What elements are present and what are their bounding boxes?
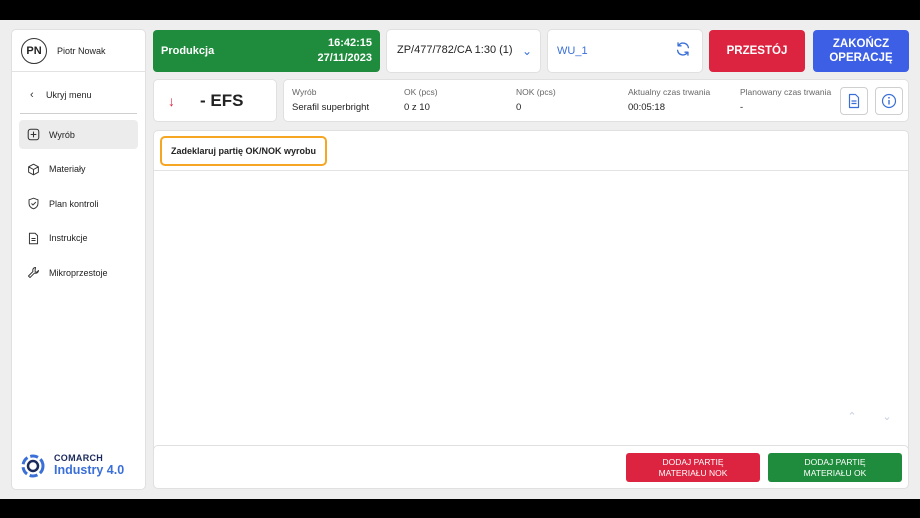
sidebar-item-materials[interactable]: Materiały xyxy=(19,155,138,184)
chevron-left-icon: ‹ xyxy=(30,88,34,101)
info-button[interactable] xyxy=(875,87,903,115)
product-value: Serafil superbright xyxy=(292,102,370,113)
scroll-down-button[interactable]: ⌄ xyxy=(874,403,900,429)
workstation-name: WU_1 xyxy=(557,45,588,57)
clock-time: 16:42:15 xyxy=(327,37,372,50)
status-label: Produkcja xyxy=(161,45,215,57)
refresh-icon[interactable] xyxy=(674,40,692,63)
sidebar-item-label: Mikroprzestoje xyxy=(49,267,108,278)
current-time-info: Aktualny czas trwania 00:05:18 xyxy=(628,87,710,113)
chevron-up-icon: ⌃ xyxy=(847,410,857,423)
main-panel: Zadeklaruj partię OK/NOK wyrobu ⌃ ⌄ xyxy=(153,130,909,456)
user-name: Piotr Nowak xyxy=(57,45,106,56)
brand-logo: COMARCH Industry 4.0 xyxy=(20,453,124,479)
bottom-action-bar: DODAJ PARTIĘ MATERIAŁU NOK DODAJ PARTIĘ … xyxy=(153,445,909,489)
planned-time-label: Planowany czas trwania xyxy=(740,87,832,97)
sidebar: PN Piotr Nowak ‹ Ukryj menu Wyrób Materi… xyxy=(11,29,146,490)
sidebar-item-micro-downtimes[interactable]: Mikroprzestoje xyxy=(19,258,138,287)
sidebar-item-label: Materiały xyxy=(49,164,86,174)
document-icon xyxy=(848,93,860,109)
tab-declare-batch[interactable]: Zadeklaruj partię OK/NOK wyrobu xyxy=(160,136,328,166)
chevron-down-icon: ⌄ xyxy=(882,410,892,423)
production-status: Produkcja 16:42:15 27/11/2023 xyxy=(153,30,380,72)
sidebar-item-product[interactable]: Wyrób xyxy=(19,120,138,149)
app-screen: PN Piotr Nowak ‹ Ukryj menu Wyrób Materi… xyxy=(0,20,920,499)
avatar: PN xyxy=(21,37,47,64)
shield-check-icon xyxy=(27,197,49,211)
add-ok-batch-button[interactable]: DODAJ PARTIĘ MATERIAŁU OK xyxy=(768,453,902,482)
document-button[interactable] xyxy=(840,87,868,115)
planned-time-value: - xyxy=(740,102,744,113)
hide-menu-button[interactable]: ‹ Ukryj menu xyxy=(20,76,137,114)
operation-code: - EFS xyxy=(200,90,244,110)
ok-label: OK (pcs) xyxy=(404,87,438,97)
user-panel[interactable]: PN Piotr Nowak xyxy=(12,30,145,72)
sidebar-item-label: Instrukcje xyxy=(49,233,88,243)
product-label: Wyrób xyxy=(292,87,317,97)
chevron-down-icon: ⌄ xyxy=(521,44,532,58)
nok-label: NOK (pcs) xyxy=(516,87,556,97)
cube-icon xyxy=(27,162,49,176)
plus-square-icon xyxy=(27,128,49,142)
sidebar-item-control-plan[interactable]: Plan kontroli xyxy=(19,189,138,218)
current-time-value: 00:05:18 xyxy=(628,102,665,113)
sidebar-item-label: Plan kontroli xyxy=(49,198,99,209)
clock-date: 27/11/2023 xyxy=(317,52,372,64)
current-time-label: Aktualny czas trwania xyxy=(628,87,711,97)
comarch-logo-icon xyxy=(21,454,45,478)
downtime-button[interactable]: PRZESTÓJ xyxy=(709,30,805,72)
operation-indicator: ↓ - EFS xyxy=(153,79,277,122)
finish-operation-button[interactable]: ZAKOŃCZ OPERACJĘ xyxy=(813,30,909,72)
document-icon xyxy=(27,231,49,245)
workstation-selector[interactable]: WU_1 xyxy=(547,29,703,73)
ok-info: OK (pcs) 0 z 10 xyxy=(404,87,438,113)
info-icon xyxy=(881,93,897,109)
order-selector[interactable]: ZP/477/782/CA 1:30 (1) ⌄ xyxy=(386,29,541,73)
ok-value: 0 z 10 xyxy=(404,102,430,113)
tab-divider xyxy=(154,170,908,171)
sidebar-item-label: Wyrób xyxy=(49,129,75,140)
nok-value: 0 xyxy=(516,102,522,113)
sidebar-menu: Wyrób Materiały Plan kontroli Instrukcje xyxy=(12,120,145,287)
wrench-icon xyxy=(27,266,49,280)
nok-info: NOK (pcs) 0 xyxy=(516,87,556,113)
add-nok-batch-button[interactable]: DODAJ PARTIĘ MATERIAŁU NOK xyxy=(626,453,760,482)
scroll-up-button[interactable]: ⌃ xyxy=(839,403,865,429)
planned-time-info: Planowany czas trwania - xyxy=(740,87,831,113)
order-number: ZP/477/782/CA 1:30 (1) xyxy=(397,44,513,57)
product-info: Wyrób Serafil superbright xyxy=(292,87,369,113)
arrow-down-icon: ↓ xyxy=(168,92,175,109)
brand-product: Industry 4.0 xyxy=(54,463,125,478)
sidebar-item-instructions[interactable]: Instrukcje xyxy=(19,224,138,253)
hide-menu-label: Ukryj menu xyxy=(46,89,92,100)
operation-info: Wyrób Serafil superbright OK (pcs) 0 z 1… xyxy=(283,79,909,122)
